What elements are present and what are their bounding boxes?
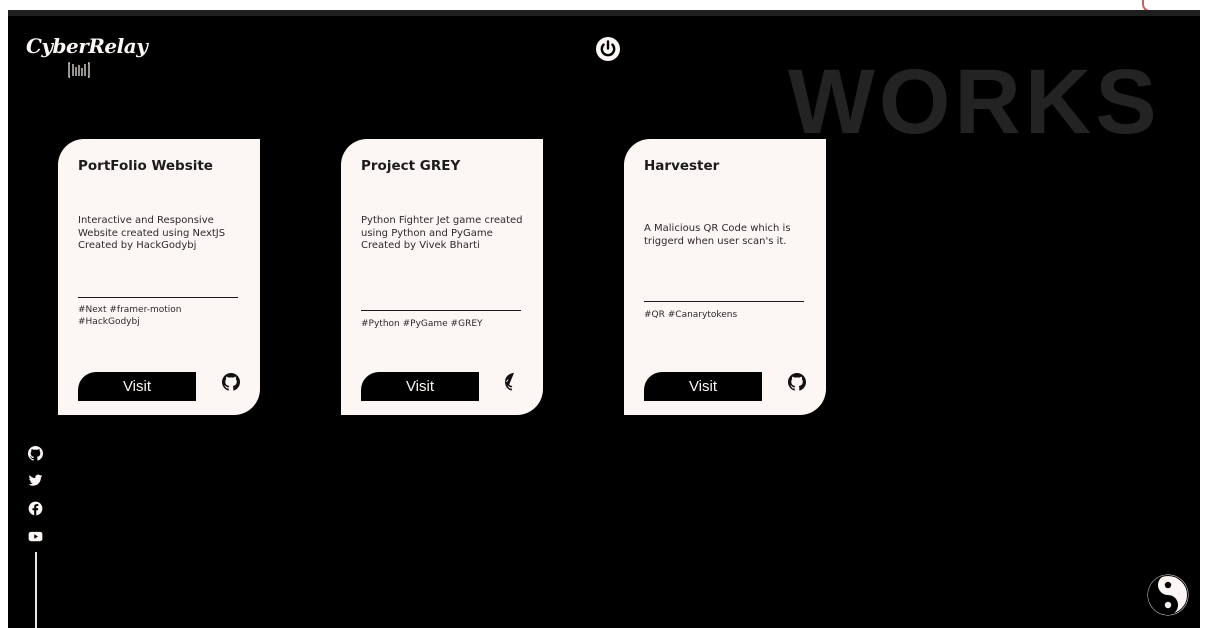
visit-button[interactable]: Visit bbox=[361, 372, 479, 401]
divider bbox=[78, 297, 238, 298]
project-tags: #Next #framer-motion #HackGodybj bbox=[78, 304, 246, 328]
sidebar-divider-line bbox=[35, 552, 37, 628]
page-viewport: CyberRelay WORKS PortFolio Website Inter… bbox=[8, 10, 1200, 628]
project-title: PortFolio Website bbox=[78, 158, 213, 174]
tag-line: #Python #PyGame #GREY bbox=[361, 319, 483, 329]
project-card: Project GREY Python Fighter Jet game cre… bbox=[341, 139, 543, 415]
project-title: Project GREY bbox=[361, 158, 461, 174]
divider bbox=[361, 310, 521, 311]
yin-yang-icon[interactable] bbox=[1147, 574, 1189, 616]
power-icon[interactable] bbox=[595, 36, 621, 62]
github-icon[interactable] bbox=[505, 373, 523, 391]
project-tags: #QR #Canarytokens bbox=[644, 309, 812, 321]
works-heading: WORKS bbox=[788, 51, 1161, 153]
brand-logo[interactable]: CyberRelay bbox=[26, 34, 148, 58]
github-icon[interactable] bbox=[28, 446, 43, 461]
browser-top-bar bbox=[0, 0, 1208, 12]
visit-button[interactable]: Visit bbox=[644, 372, 762, 401]
tag-line: #QR #Canarytokens bbox=[644, 310, 738, 320]
project-description: A Malicious QR Code which is triggerd wh… bbox=[644, 223, 791, 247]
project-card: Harvester A Malicious QR Code which is t… bbox=[624, 139, 826, 415]
twitter-icon[interactable] bbox=[28, 473, 43, 488]
github-icon[interactable] bbox=[788, 373, 806, 391]
github-icon[interactable] bbox=[222, 373, 240, 391]
visit-button[interactable]: Visit bbox=[78, 372, 196, 401]
youtube-icon[interactable] bbox=[28, 529, 43, 544]
tag-line: #Next #framer-motion bbox=[78, 305, 182, 315]
project-description: Interactive and Responsive Website creat… bbox=[78, 215, 226, 252]
facebook-icon[interactable] bbox=[28, 501, 43, 516]
divider bbox=[644, 301, 804, 302]
project-title: Harvester bbox=[644, 158, 720, 174]
tag-line: #HackGodybj bbox=[78, 317, 140, 327]
logo-bars-icon bbox=[68, 62, 90, 78]
project-description: Python Fighter Jet game created using Py… bbox=[361, 215, 523, 252]
project-tags: #Python #PyGame #GREY bbox=[361, 318, 529, 330]
project-card: PortFolio Website Interactive and Respon… bbox=[58, 139, 260, 415]
